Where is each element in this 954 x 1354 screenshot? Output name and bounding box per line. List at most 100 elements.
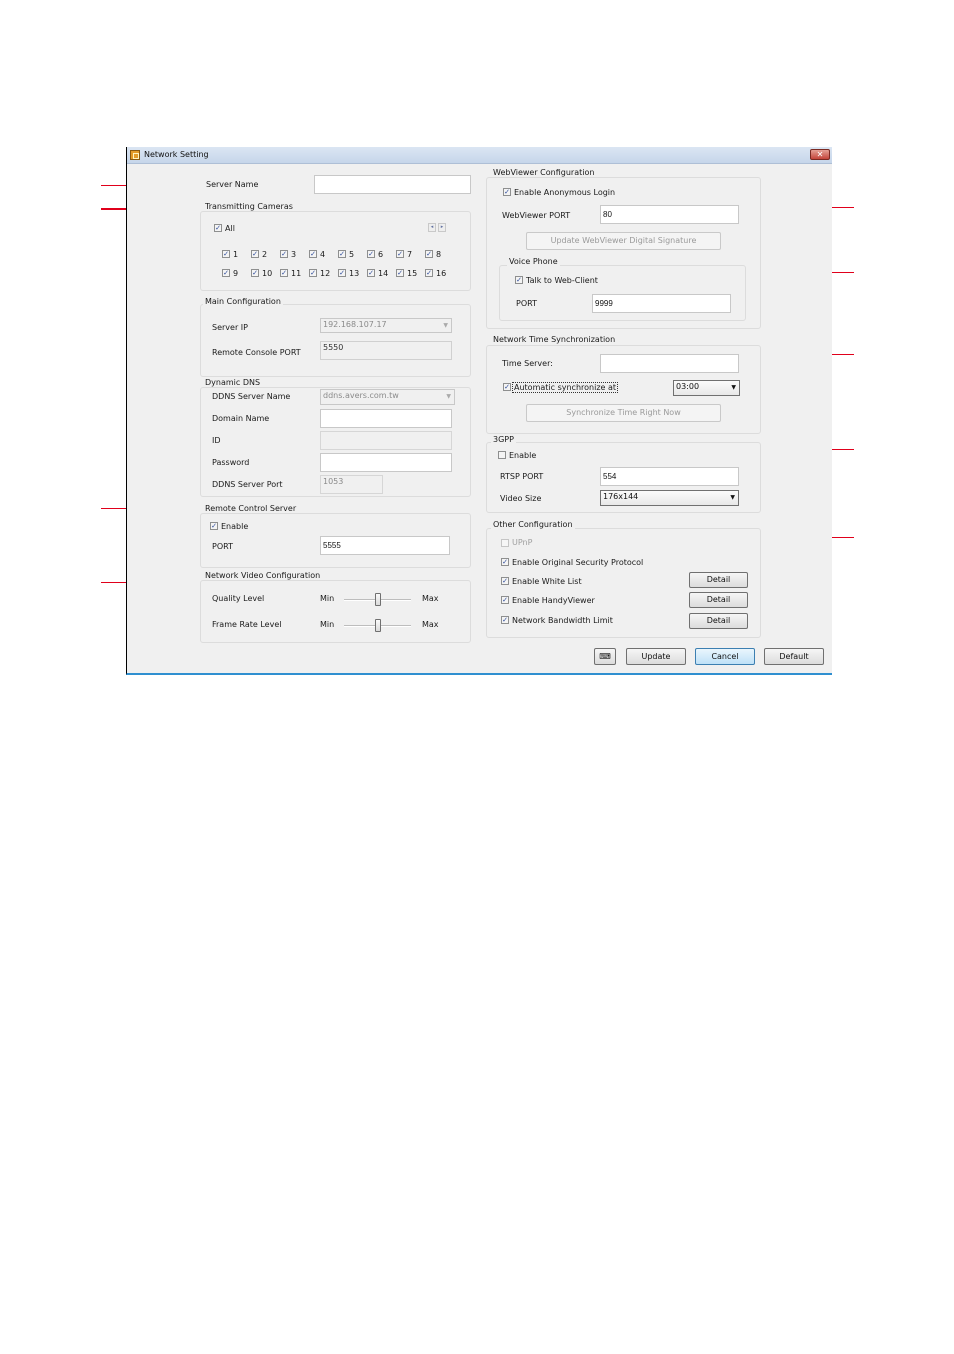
check-icon: ✓ bbox=[339, 269, 345, 277]
camera-label-3: 3 bbox=[291, 250, 297, 259]
auto-sync-label: Automatic synchronize at bbox=[512, 382, 619, 393]
check-icon: ✓ bbox=[502, 596, 508, 604]
camera-label-2: 2 bbox=[262, 250, 268, 259]
dropdown-arrow-icon: ▼ bbox=[446, 393, 451, 400]
remote-control-enable-checkbox[interactable]: ✓ bbox=[210, 522, 218, 530]
close-button[interactable]: ✕ bbox=[810, 149, 830, 160]
domain-name-input[interactable] bbox=[320, 409, 452, 428]
server-ip-value: 192.168.107.17 bbox=[323, 320, 387, 329]
network-video-legend: Network Video Configuration bbox=[203, 571, 323, 580]
camera-checkbox-16[interactable]: ✓ bbox=[425, 269, 433, 277]
camera-checkbox-8[interactable]: ✓ bbox=[425, 250, 433, 258]
time-server-label: Time Server: bbox=[502, 359, 553, 368]
anonymous-login-checkbox[interactable]: ✓ bbox=[503, 188, 511, 196]
check-icon: ✓ bbox=[426, 269, 432, 277]
quality-slider-thumb[interactable] bbox=[374, 593, 381, 606]
upnp-checkbox[interactable] bbox=[501, 539, 509, 547]
webviewer-configuration-legend: WebViewer Configuration bbox=[491, 168, 597, 177]
video-size-select[interactable]: 176x144 ▼ bbox=[600, 490, 739, 506]
camera-checkbox-6[interactable]: ✓ bbox=[367, 250, 375, 258]
talk-to-web-client-checkbox[interactable]: ✓ bbox=[515, 276, 523, 284]
check-icon: ✓ bbox=[252, 250, 258, 258]
title-bar[interactable]: Network Setting ✕ bbox=[127, 147, 832, 164]
update-button[interactable]: Update bbox=[626, 648, 686, 665]
quality-min-label: Min bbox=[320, 594, 335, 603]
ddns-server-name-select[interactable]: ddns.avers.com.tw ▼ bbox=[320, 389, 455, 405]
camera-label-9: 9 bbox=[233, 269, 239, 278]
update-digital-signature-button[interactable]: Update WebViewer Digital Signature bbox=[526, 232, 721, 250]
rtsp-port-input[interactable] bbox=[600, 467, 739, 486]
white-list-label: Enable White List bbox=[512, 577, 582, 586]
camera-label-7: 7 bbox=[407, 250, 413, 259]
app-icon bbox=[130, 150, 140, 160]
frame-rate-slider-thumb[interactable] bbox=[374, 619, 381, 632]
camera-checkbox-14[interactable]: ✓ bbox=[367, 269, 375, 277]
camera-label-4: 4 bbox=[320, 250, 326, 259]
ddns-id-input[interactable] bbox=[320, 431, 452, 450]
camera-checkbox-5[interactable]: ✓ bbox=[338, 250, 346, 258]
default-button[interactable]: Default bbox=[764, 648, 824, 665]
camera-checkbox-13[interactable]: ✓ bbox=[338, 269, 346, 277]
server-name-label: Server Name bbox=[206, 180, 259, 189]
camera-checkbox-9[interactable]: ✓ bbox=[222, 269, 230, 277]
remote-control-port-label: PORT bbox=[212, 542, 233, 551]
camera-checkbox-12[interactable]: ✓ bbox=[309, 269, 317, 277]
camera-checkbox-1[interactable]: ✓ bbox=[222, 250, 230, 258]
3gpp-enable-label: Enable bbox=[509, 451, 537, 460]
camera-checkbox-2[interactable]: ✓ bbox=[251, 250, 259, 258]
talk-to-web-client-label: Talk to Web-Client bbox=[526, 276, 598, 285]
check-icon: ✓ bbox=[502, 577, 508, 585]
keyboard-button[interactable]: ⌨ bbox=[594, 648, 616, 665]
auto-sync-time-select[interactable]: 03:00 ▼ bbox=[673, 380, 740, 396]
camera-checkbox-7[interactable]: ✓ bbox=[396, 250, 404, 258]
update-label: Update bbox=[641, 652, 671, 661]
all-cameras-checkbox[interactable]: ✓ bbox=[214, 224, 222, 232]
ddns-server-port-value: 1053 bbox=[323, 477, 344, 486]
voice-phone-legend: Voice Phone bbox=[507, 257, 560, 266]
original-security-label: Enable Original Security Protocol bbox=[512, 558, 644, 567]
camera-label-12: 12 bbox=[320, 269, 331, 278]
camera-label-13: 13 bbox=[349, 269, 360, 278]
ddns-password-input[interactable] bbox=[320, 453, 452, 472]
bandwidth-limit-detail-button[interactable]: Detail bbox=[689, 613, 748, 629]
remote-control-port-input[interactable] bbox=[320, 536, 450, 555]
check-icon: ✓ bbox=[281, 250, 287, 258]
time-server-input[interactable] bbox=[600, 354, 739, 373]
auto-sync-checkbox[interactable]: ✓ bbox=[503, 383, 511, 391]
camera-checkbox-4[interactable]: ✓ bbox=[309, 250, 317, 258]
server-name-input[interactable] bbox=[314, 175, 471, 194]
bandwidth-limit-checkbox[interactable]: ✓ bbox=[501, 616, 509, 624]
detail-label: Detail bbox=[706, 616, 731, 625]
dynamic-dns-legend: Dynamic DNS bbox=[203, 378, 263, 387]
detail-label: Detail bbox=[706, 575, 731, 584]
handyviewer-detail-button[interactable]: Detail bbox=[689, 592, 748, 608]
check-icon: ✓ bbox=[426, 250, 432, 258]
3gpp-legend: 3GPP bbox=[491, 435, 516, 444]
sync-time-now-button[interactable]: Synchronize Time Right Now bbox=[526, 404, 721, 422]
camera-checkbox-3[interactable]: ✓ bbox=[280, 250, 288, 258]
network-setting-dialog: Network Setting ✕ Server Name Transmitti… bbox=[126, 147, 832, 675]
cancel-button[interactable]: Cancel bbox=[695, 648, 755, 665]
3gpp-enable-checkbox[interactable] bbox=[498, 451, 506, 459]
auto-sync-time-value: 03:00 bbox=[676, 382, 700, 391]
camera-checkbox-10[interactable]: ✓ bbox=[251, 269, 259, 277]
voice-phone-port-input[interactable] bbox=[592, 294, 731, 313]
handyviewer-checkbox[interactable]: ✓ bbox=[501, 596, 509, 604]
remote-console-port-value: 5550 bbox=[323, 343, 344, 352]
check-icon: ✓ bbox=[504, 383, 510, 391]
camera-checkbox-15[interactable]: ✓ bbox=[396, 269, 404, 277]
camera-page-next-button[interactable]: ▸ bbox=[438, 223, 446, 232]
sync-time-now-label: Synchronize Time Right Now bbox=[566, 408, 681, 417]
remote-control-enable-label: Enable bbox=[221, 522, 249, 531]
server-ip-select[interactable]: 192.168.107.17 ▼ bbox=[320, 318, 452, 333]
check-icon: ✓ bbox=[310, 269, 316, 277]
webviewer-port-input[interactable] bbox=[600, 205, 739, 224]
white-list-detail-button[interactable]: Detail bbox=[689, 572, 748, 588]
white-list-checkbox[interactable]: ✓ bbox=[501, 577, 509, 585]
frame-rate-min-label: Min bbox=[320, 620, 335, 629]
original-security-checkbox[interactable]: ✓ bbox=[501, 558, 509, 566]
camera-checkbox-11[interactable]: ✓ bbox=[280, 269, 288, 277]
anonymous-login-label: Enable Anonymous Login bbox=[514, 188, 616, 197]
rtsp-port-label: RTSP PORT bbox=[500, 472, 544, 481]
camera-page-prev-button[interactable]: ◂ bbox=[428, 223, 436, 232]
